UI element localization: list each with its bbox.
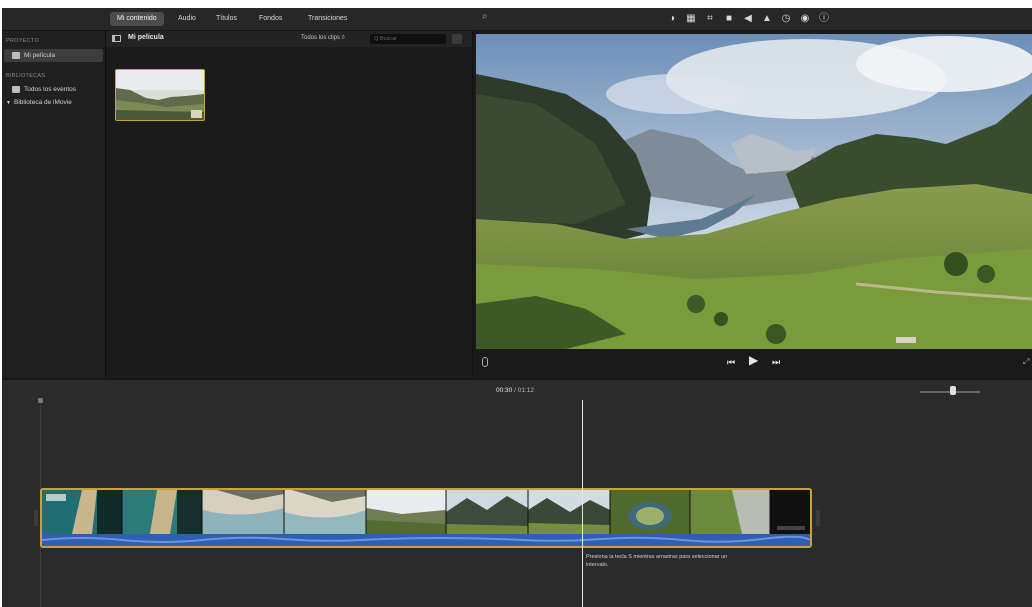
playhead[interactable]: [582, 400, 583, 607]
video-preview: [476, 34, 1032, 349]
microphone-icon[interactable]: [482, 357, 488, 367]
sidebar-toggle-icon[interactable]: [112, 35, 121, 42]
events-icon: [12, 85, 20, 93]
fullscreen-icon[interactable]: ⤢: [1023, 357, 1029, 367]
projects-header: PROYECTO: [6, 38, 40, 44]
sidebar-item-all-events[interactable]: Todos los eventos: [4, 83, 103, 96]
play-icon[interactable]: ▶: [749, 354, 758, 366]
sidebar-item-project[interactable]: Mi película: [4, 49, 103, 62]
libraries-header: BIBLIOTECAS: [6, 73, 46, 79]
project-title: Mi película: [128, 34, 164, 41]
disclosure-triangle-icon[interactable]: ▼: [6, 97, 14, 110]
volume-icon[interactable]: ◀: [742, 12, 754, 25]
top-toolbar: Mi contenido Audio Títulos Fondos Transi…: [2, 8, 1032, 31]
clip-thumbnail-image: [116, 70, 204, 120]
sidebar-item-library[interactable]: ▼ Biblioteca de iMovie: [4, 96, 103, 109]
sidebar-item-label: Biblioteca de iMovie: [14, 99, 72, 106]
landscape-frame: [476, 34, 1032, 349]
stabilization-icon[interactable]: ■: [723, 12, 735, 25]
clip-filmstrip: [42, 490, 810, 546]
imovie-window: Mi contenido Audio Títulos Fondos Transi…: [2, 8, 1032, 607]
clip-filter-icon[interactable]: ◉: [799, 12, 811, 25]
zoom-slider-knob[interactable]: [950, 386, 956, 395]
sidebar-item-label: Todos los eventos: [24, 86, 77, 93]
timecode-display: 00:30 / 01:12: [496, 387, 534, 394]
clip-filter-dropdown[interactable]: Todos los clips ◊: [301, 35, 345, 41]
tab-mi-contenido[interactable]: Mi contenido: [110, 12, 164, 26]
timeline-tooltip: Presiona la tecla S mientras arrastras p…: [586, 554, 728, 568]
tab-audio[interactable]: Audio: [171, 12, 203, 26]
crop-icon[interactable]: ⌗: [704, 12, 716, 25]
search-icon[interactable]: ⌕: [482, 11, 488, 22]
film-icon: [12, 51, 20, 59]
search-input[interactable]: Q Buscar: [370, 34, 446, 44]
skip-back-icon[interactable]: ⏮: [727, 357, 735, 367]
color-correction-icon[interactable]: ▦: [685, 12, 697, 25]
speed-icon[interactable]: ◷: [780, 12, 792, 25]
info-icon[interactable]: ⓘ: [818, 12, 830, 25]
sidebar-item-label: Mi película: [24, 52, 56, 59]
right-trim-handle[interactable]: [816, 510, 820, 526]
current-time: 00:30: [496, 387, 513, 394]
timeline-start-marker: [38, 398, 43, 403]
total-time: / 01:12: [514, 387, 534, 394]
media-browser: Mi película Todos los clips ◊ Q Buscar: [106, 31, 473, 377]
skip-forward-icon[interactable]: ⏭: [772, 357, 780, 367]
left-trim-handle[interactable]: [34, 510, 38, 526]
browser-header: Mi película Todos los clips ◊ Q Buscar: [106, 31, 472, 47]
browser-settings-button[interactable]: [452, 34, 462, 44]
tab-titulos[interactable]: Títulos: [209, 12, 244, 26]
timeline-panel: 00:30 / 01:12 Presiona la tecla S mientr…: [2, 378, 1032, 607]
tab-fondos[interactable]: Fondos: [252, 12, 289, 26]
noise-reduction-icon[interactable]: ▲: [761, 12, 773, 25]
clip-thumbnail[interactable]: [115, 69, 205, 121]
viewer-panel: ⏮ ▶ ⏭ ⤢: [473, 31, 1032, 377]
timeline-clip[interactable]: [40, 488, 812, 548]
color-balance-icon[interactable]: ◑: [666, 12, 678, 25]
libraries-sidebar: PROYECTO Mi película BIBLIOTECAS Todos l…: [2, 31, 106, 377]
tab-transiciones[interactable]: Transiciones: [301, 12, 354, 26]
